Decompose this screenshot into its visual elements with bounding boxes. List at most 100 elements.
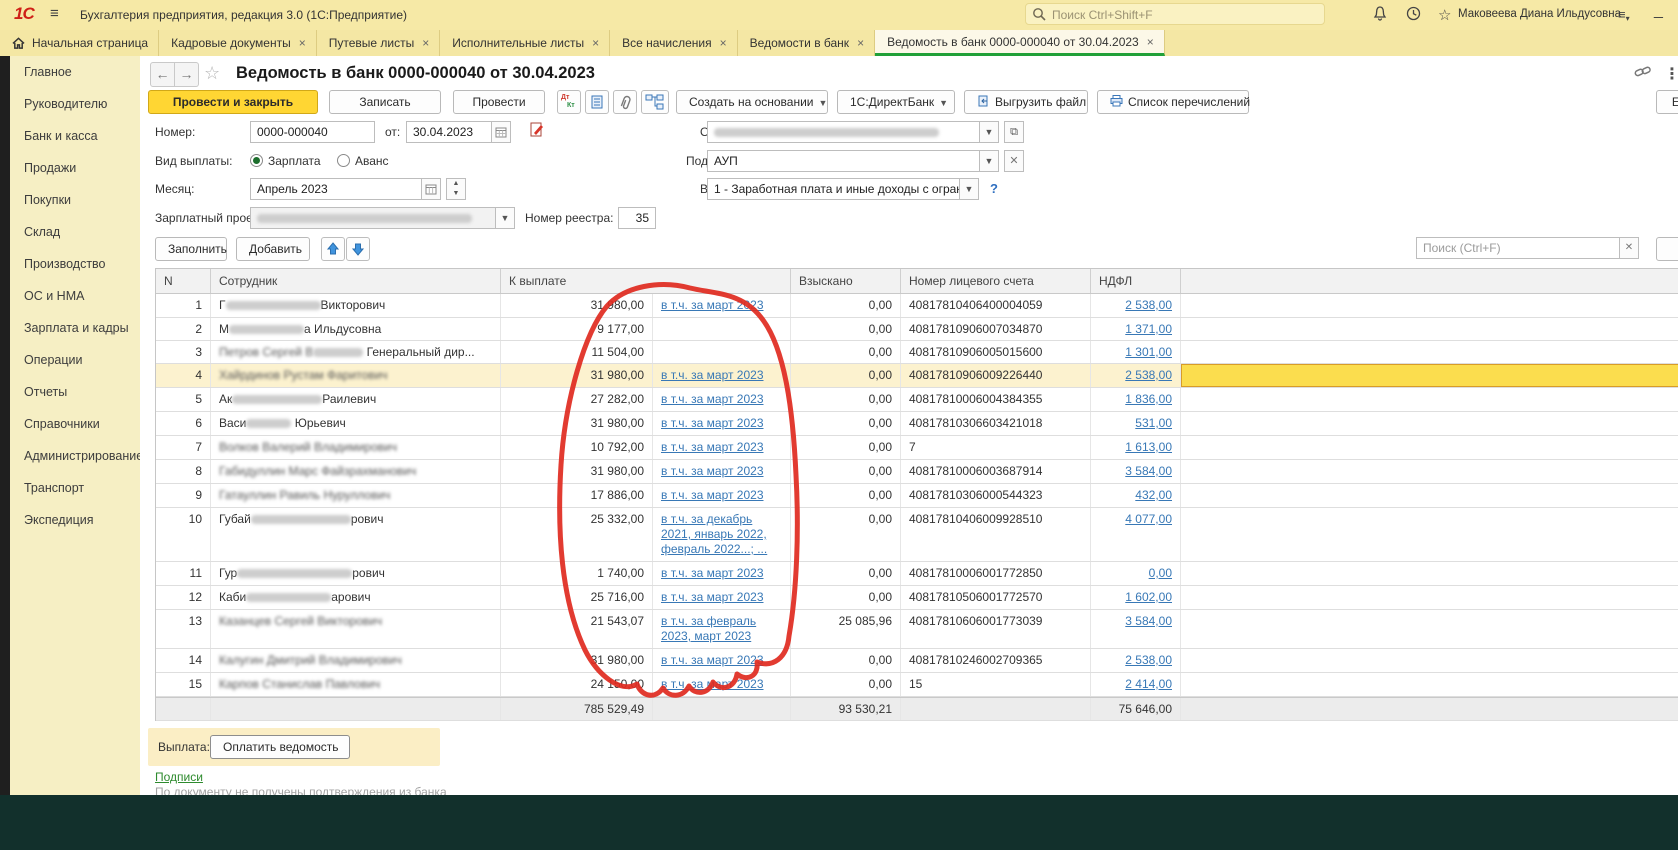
back-button[interactable]: ← [150,62,175,87]
save-button[interactable]: Записать [329,90,441,114]
ndfl-link[interactable]: 2 414,00 [1125,677,1172,691]
breakdown-link[interactable]: в т.ч. за март 2023 [661,368,764,382]
table-row[interactable]: 11Гуррович1 740,00в т.ч. за март 20230,0… [156,562,1678,586]
sidebar-item[interactable]: Банк и касса [10,120,140,152]
structure-icon[interactable] [641,90,669,114]
radio-advance[interactable]: Аванс [337,154,389,168]
ndfl-link[interactable]: 1 613,00 [1125,440,1172,454]
col-n[interactable]: N [156,269,211,293]
col-account[interactable]: Номер лицевого счета [901,269,1091,293]
tab[interactable]: Все начисления× [610,30,738,56]
income-type-input[interactable]: 1 - Заработная плата и иные доходы с огр… [707,178,960,200]
service-menu-icon[interactable]: ≡▾ [1618,7,1638,27]
ndfl-link[interactable]: 1 602,00 [1125,590,1172,604]
table-row[interactable]: 15Карпов Станислав Павлович24 150,00в т.… [156,673,1678,697]
tab-close-icon[interactable]: × [857,36,864,50]
table-row[interactable]: 3Петров Сергей В Генеральный дир...11 50… [156,341,1678,364]
tab[interactable]: Путевые листы× [317,30,441,56]
ndfl-link[interactable]: 2 538,00 [1125,653,1172,667]
ndfl-link[interactable]: 4 077,00 [1125,512,1172,526]
tab[interactable]: Ведомость в банк 0000-000040 от 30.04.20… [875,30,1165,56]
registry-number-input[interactable]: 35 [618,207,656,229]
breakdown-link[interactable]: в т.ч. за март 2023 [661,440,764,454]
tab-close-icon[interactable]: × [720,36,727,50]
post-and-close-button[interactable]: Провести и закрыть [148,90,318,114]
bell-icon[interactable] [1372,5,1392,25]
sidebar-item[interactable]: Руководителю [10,88,140,120]
tab[interactable]: Ведомости в банк× [738,30,875,56]
breakdown-link[interactable]: в т.ч. за март 2023 [661,298,764,312]
breakdown-link[interactable]: в т.ч. за март 2023 [661,677,764,691]
department-clear-button[interactable]: ✕ [1004,150,1024,172]
ndfl-link[interactable]: 3 584,00 [1125,614,1172,628]
table-row[interactable]: 4Хайрдинов Рустам Фаритович31 980,00в т.… [156,364,1678,388]
create-based-on-button[interactable]: Создать на основании▼ [676,90,828,114]
table-search-clear-button[interactable]: ✕ [1619,237,1639,259]
ndfl-link[interactable]: 2 538,00 [1125,368,1172,382]
export-file-button[interactable]: Выгрузить файл [964,90,1088,114]
move-up-icon[interactable] [321,237,345,261]
sidebar-item[interactable]: Склад [10,216,140,248]
sidebar-item[interactable]: Покупки [10,184,140,216]
breakdown-link[interactable]: в т.ч. за март 2023 [661,464,764,478]
dtkt-icon[interactable]: ДтКт [557,90,581,114]
table-row[interactable]: 2Ма Ильдусовна9 177,000,0040817810906007… [156,318,1678,341]
more-icon[interactable]: ⋮ [1664,64,1678,84]
1c-logo-icon[interactable]: 1С [14,4,34,24]
add-button[interactable]: Добавить [236,237,310,261]
date-input[interactable]: 30.04.2023 [406,121,492,143]
table-row[interactable]: 1ГВикторович31 980,00в т.ч. за март 2023… [156,294,1678,318]
fill-button[interactable]: Заполнить [155,237,227,261]
org-open-button[interactable]: ⧉ [1004,121,1024,143]
table-more-button[interactable]: Еще [1656,237,1678,261]
ndfl-link[interactable]: 0,00 [1149,566,1172,580]
register-icon[interactable] [585,90,609,114]
org-dropdown-button[interactable]: ▼ [979,121,999,143]
ndfl-link[interactable]: 1 836,00 [1125,392,1172,406]
month-stepper[interactable]: ▲▼ [446,178,466,200]
sidebar-item[interactable]: ОС и НМА [10,280,140,312]
ndfl-link[interactable]: 1 301,00 [1125,345,1172,359]
directbank-button[interactable]: 1С:ДиректБанк▼ [837,90,955,114]
table-row[interactable]: 7Волков Валерий Владимирович10 792,00в т… [156,436,1678,460]
calendar-icon[interactable] [491,121,511,143]
table-row[interactable]: 13Казанцев Сергей Викторович21 543,07в т… [156,610,1678,649]
table-row[interactable]: 8Габидуллин Марс Файзрахманович31 980,00… [156,460,1678,484]
tab-close-icon[interactable]: × [592,36,599,50]
breakdown-link[interactable]: в т.ч. за март 2023 [661,653,764,667]
main-menu-icon[interactable]: ≡ [50,5,59,22]
more-button[interactable]: Еще▼ [1656,90,1678,114]
table-row[interactable]: 6Васи Юрьевич31 980,00в т.ч. за март 202… [156,412,1678,436]
table-search-input[interactable]: Поиск (Ctrl+F) [1416,237,1620,259]
ndfl-link[interactable]: 2 538,00 [1125,298,1172,312]
table-row[interactable]: 14Калугин Дмитрий Владимирович31 980,00в… [156,649,1678,673]
number-input[interactable]: 0000-000040 [250,121,375,143]
ndfl-link[interactable]: 1 371,00 [1125,322,1172,336]
col-ndfl[interactable]: НДФЛ [1091,269,1181,293]
breakdown-link[interactable]: в т.ч. за март 2023 [661,392,764,406]
table-row[interactable]: 12Кабиарович25 716,00в т.ч. за март 2023… [156,586,1678,610]
breakdown-link[interactable]: в т.ч. за март 2023 [661,566,764,580]
col-collected[interactable]: Взыскано [791,269,901,293]
month-input[interactable]: Апрель 2023 [250,178,422,200]
department-input[interactable]: АУП [707,150,980,172]
attach-icon[interactable] [613,90,637,114]
tab[interactable]: Кадровые документы× [159,30,317,56]
table-row[interactable]: 9Гатауллин Равиль Нуруллович17 886,00в т… [156,484,1678,508]
favorite-star-icon[interactable]: ☆ [204,63,220,84]
col-employee[interactable]: Сотрудник [211,269,501,293]
user-name[interactable]: Маковеева Диана Ильдусовна [1458,8,1621,20]
sidebar-item[interactable]: Операции [10,344,140,376]
history-icon[interactable] [1405,5,1425,25]
breakdown-link[interactable]: в т.ч. за март 2023 [661,416,764,430]
sidebar-item[interactable]: Зарплата и кадры [10,312,140,344]
pay-statement-button[interactable]: Оплатить ведомость [210,735,350,759]
table-row[interactable]: 10Губайрович25 332,00в т.ч. за декабрь 2… [156,508,1678,562]
radio-salary[interactable]: Зарплата [250,154,321,168]
forward-button[interactable]: → [175,62,199,87]
signatures-link[interactable]: Подписи [155,770,203,784]
sidebar-item[interactable]: Продажи [10,152,140,184]
project-dropdown-button[interactable]: ▼ [495,207,515,229]
sidebar-item[interactable]: Главное [10,56,140,88]
breakdown-link[interactable]: в т.ч. за декабрь 2021, январь 2022, фев… [661,512,767,556]
